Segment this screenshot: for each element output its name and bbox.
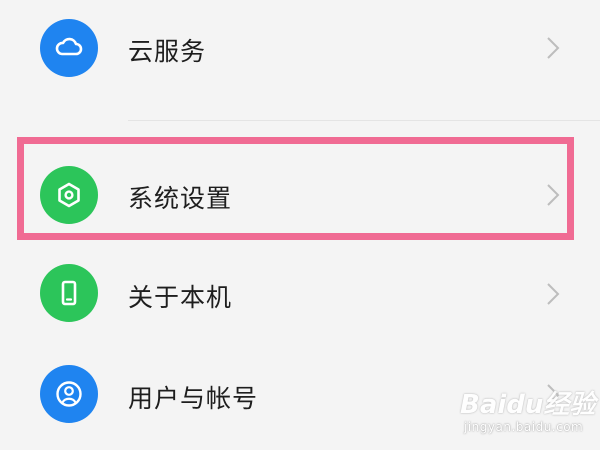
divider: [128, 120, 600, 121]
settings-item-label: 关于本机: [128, 283, 233, 312]
user-icon: [40, 365, 98, 423]
phone-icon: [40, 264, 98, 322]
settings-screen: 云服务 系统设置 关于本机 用户与帐号 Baidu经验 jingyan.baid…: [0, 0, 600, 450]
settings-item-label: 用户与帐号: [128, 384, 259, 413]
watermark-logo: Baidu经验: [460, 390, 596, 420]
chevron-right-icon: [547, 37, 560, 59]
cloud-icon: [40, 19, 98, 77]
chevron-right-icon: [547, 283, 560, 305]
settings-item-about-phone[interactable]: 关于本机: [0, 247, 600, 343]
highlight-box: [17, 137, 574, 240]
settings-item-label: 云服务: [128, 37, 207, 66]
watermark: Baidu经验 jingyan.baidu.com: [460, 380, 598, 448]
settings-item-cloud-service[interactable]: 云服务: [0, 0, 600, 96]
watermark-url: jingyan.baidu.com: [464, 420, 584, 434]
